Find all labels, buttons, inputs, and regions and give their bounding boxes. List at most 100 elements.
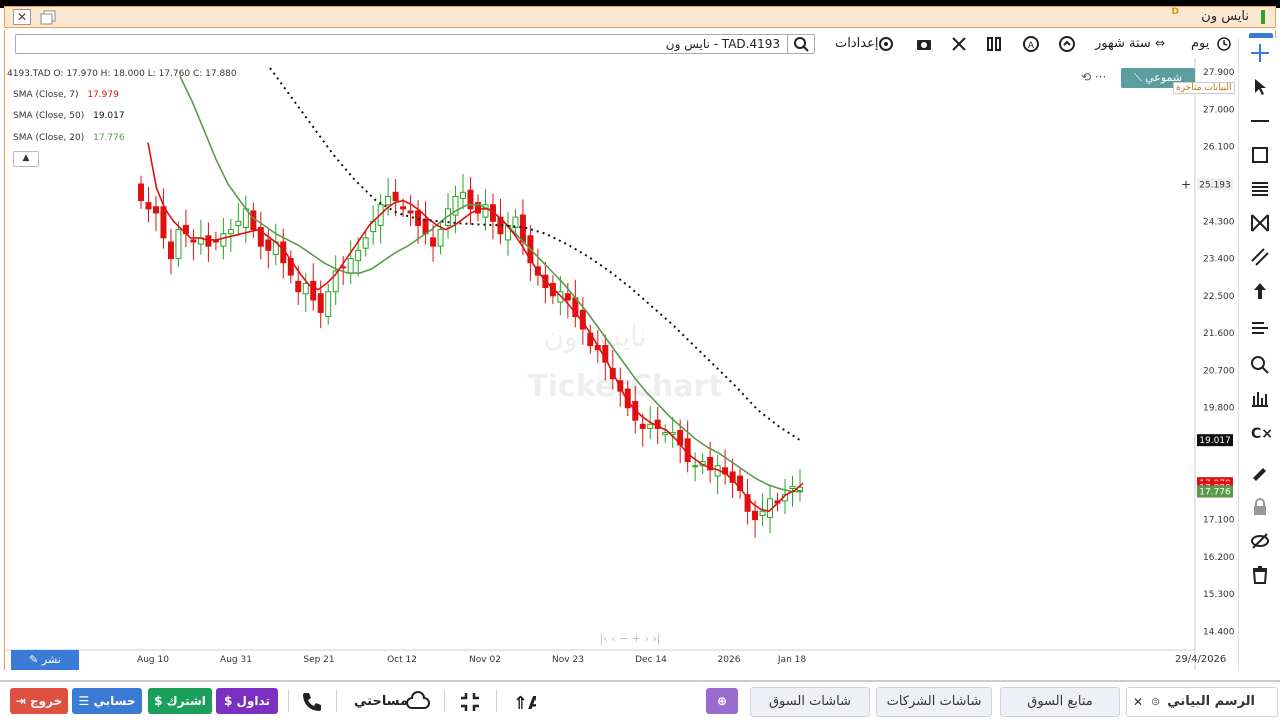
candle-body — [407, 210, 414, 214]
hide-drawings-icon[interactable] — [1249, 530, 1271, 552]
arrow-up-icon[interactable] — [1249, 280, 1271, 302]
status-bar-icon — [1261, 10, 1265, 24]
text-tool-icon[interactable] — [1249, 318, 1271, 340]
cursor-icon[interactable] — [1249, 76, 1271, 98]
candle-body — [152, 206, 159, 214]
crosshair-plus-icon[interactable]: + — [1181, 177, 1191, 191]
publish-label: نشر — [41, 653, 61, 666]
magnet-icon[interactable] — [1249, 462, 1271, 484]
symbol-search-input[interactable]: TAD.4193 - نايس ون — [15, 34, 815, 54]
add-tab-button[interactable]: ⊕ — [706, 688, 738, 714]
sma50-legend-label: SMA (Close, 50) — [13, 111, 85, 121]
x-tick-label: Jan 18 — [777, 655, 806, 665]
y-tick-label: 17.100 — [1203, 516, 1235, 526]
divider — [336, 690, 337, 712]
trade-button[interactable]: تداول $ — [216, 688, 278, 714]
fibonacci-tool-icon[interactable] — [1249, 178, 1271, 200]
phone-icon[interactable] — [300, 690, 324, 714]
period-selector[interactable]: ستة شهور — [1095, 36, 1151, 51]
y-tick-label: 21.600 — [1203, 329, 1235, 339]
my-spaces-button[interactable]: مساحتي — [354, 694, 408, 709]
divider — [288, 690, 289, 712]
compare-icon[interactable] — [985, 35, 1003, 53]
y-tick-label: 23.400 — [1203, 255, 1235, 265]
candle-body — [310, 280, 317, 301]
sma20-line — [179, 75, 804, 493]
rectangle-tool-icon[interactable] — [1249, 144, 1271, 166]
settings-label[interactable]: إعدادات — [835, 36, 878, 51]
candle-body — [295, 280, 302, 293]
account-button[interactable]: حسابي ☰ — [72, 688, 142, 714]
candle-body — [220, 233, 227, 247]
lock-icon[interactable] — [1249, 496, 1271, 518]
settings-gear-icon[interactable] — [877, 35, 895, 53]
candle-body — [175, 229, 182, 260]
candle-body — [639, 423, 646, 429]
y-tick-label: 14.400 — [1203, 627, 1235, 637]
candle-body — [205, 235, 212, 247]
symbol-search-value: TAD.4193 - نايس ون — [665, 37, 780, 51]
x-tick-label: Dec 14 — [635, 655, 667, 665]
close-window-button[interactable]: ✕ — [13, 9, 31, 25]
remove-indicators-icon[interactable]: C× — [1249, 422, 1271, 444]
subscribe-button[interactable]: اشترك $ — [148, 688, 212, 714]
auto-scale-icon[interactable]: A — [1022, 35, 1040, 53]
candle-body — [227, 229, 234, 235]
camera-icon[interactable] — [915, 35, 933, 53]
interval-selector[interactable]: يوم — [1191, 36, 1209, 51]
tab-chart[interactable]: ✕ ⊜ الرسم البياني — [1126, 687, 1278, 717]
candle-body — [519, 214, 526, 243]
replay-icon[interactable] — [1058, 35, 1076, 53]
y-tick-label: 25.193 — [1199, 180, 1231, 190]
candle-body — [647, 423, 654, 429]
candle-body — [138, 183, 144, 202]
chart-navigation-controls[interactable]: |‹ ‹ − + › ›| — [600, 632, 661, 645]
ohlc-readout: 4193.TAD O: 17.970 H: 18.000 L: 17.760 C… — [7, 69, 237, 79]
y-tick-label: 27.900 — [1203, 68, 1235, 78]
zoom-icon[interactable] — [1249, 354, 1271, 376]
candle-body — [362, 237, 369, 249]
move-icon[interactable] — [1249, 42, 1271, 64]
candle-body — [392, 191, 399, 202]
candle-body — [302, 282, 309, 295]
chart-panel[interactable]: نايس ون TickerChart 27.900 27.000 26.100 25… — [4, 58, 1236, 670]
y-tick-label: 27.000 — [1203, 105, 1235, 115]
tab-market-screens[interactable]: شاشات السوق — [750, 687, 870, 717]
restore-window-icon[interactable] — [39, 9, 57, 25]
candle-body — [564, 293, 571, 301]
candle-body — [347, 258, 354, 274]
candle-body — [145, 202, 152, 210]
font-size-icon[interactable]: ⇑A — [512, 690, 536, 714]
logout-button[interactable]: خروج ⇥ — [10, 688, 68, 714]
chart-toolbar: TAD.4193 - نايس ون إعدادات A ستة شهور ⇔ … — [4, 30, 1276, 58]
drawing-tools-sidebar: C× — [1238, 38, 1280, 670]
tab-market-watch[interactable]: متابع السوق — [1000, 687, 1120, 717]
measure-tool-icon[interactable] — [1249, 388, 1271, 410]
last-date-label: 29/4/2026 — [1175, 654, 1227, 665]
candle-body — [355, 249, 362, 262]
tab-company-screens[interactable]: شاشات الشركات — [876, 687, 992, 717]
y-tick-label: 17.776 — [1199, 488, 1231, 498]
channel-tool-icon[interactable] — [1249, 246, 1271, 268]
chart-options-icon[interactable]: ⟲ ··· — [1081, 70, 1106, 84]
cloud-icon[interactable] — [406, 690, 430, 714]
sma7-legend-value: 17.979 — [87, 90, 119, 100]
pattern-tool-icon[interactable] — [1249, 212, 1271, 234]
price-chart[interactable]: نايس ون TickerChart 27.90027.00026.10025… — [5, 58, 1237, 670]
candle-body — [400, 206, 407, 210]
indicators-icon[interactable] — [950, 35, 968, 53]
delayed-data-note: البيانات متأخرة — [1173, 82, 1235, 94]
period-arrows-icon: ⇔ — [1155, 36, 1166, 50]
candle-body — [317, 293, 324, 313]
candle-body — [662, 432, 669, 436]
line-tool-icon[interactable] — [1249, 110, 1271, 132]
collapse-legend-button[interactable]: ▲ — [13, 151, 39, 167]
y-tick-label: 26.100 — [1203, 143, 1235, 153]
candle-body — [789, 485, 796, 489]
close-tab-icon[interactable]: ✕ — [1133, 688, 1143, 716]
fullscreen-icon[interactable] — [458, 690, 482, 714]
sma7-legend-label: SMA (Close, 7) — [13, 90, 79, 100]
publish-button[interactable]: نشر ✎ — [11, 650, 79, 670]
search-icon[interactable] — [787, 34, 814, 54]
trash-icon[interactable] — [1249, 564, 1271, 586]
